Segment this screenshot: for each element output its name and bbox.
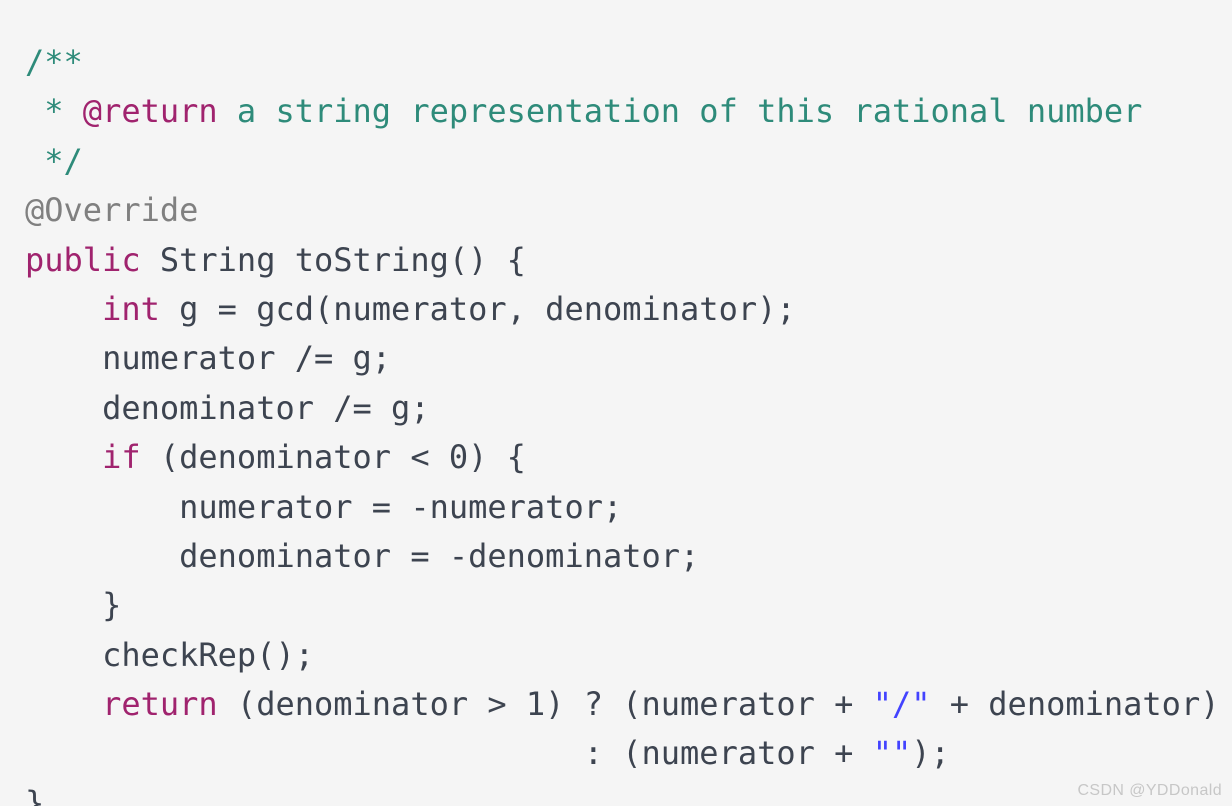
code-line: /**: [25, 38, 1219, 87]
code-line: }: [25, 779, 1219, 806]
code-line: * @return a string representation of thi…: [25, 87, 1219, 136]
code-token-string: "/": [872, 685, 931, 724]
code-token-plain: );: [911, 734, 950, 773]
code-token-plain: denominator /= g;: [102, 388, 430, 427]
code-line: : (numerator + "");: [25, 729, 1219, 778]
code-token-plain: denominator = -denominator;: [179, 536, 700, 575]
code-token-keyword: return: [102, 685, 218, 724]
code-token-keyword: int: [102, 289, 160, 328]
code-token-plain: String toString() {: [140, 240, 526, 279]
code-token-plain: numerator = -numerator;: [179, 487, 623, 526]
code-token-plain: ) {: [468, 438, 526, 477]
code-token-annot: @Override: [25, 191, 199, 230]
code-token-doctag: @return: [82, 92, 218, 131]
code-token-plain: checkRep();: [102, 635, 314, 674]
code-token-plain: g = gcd(numerator, denominator);: [159, 289, 796, 328]
code-token-string: "": [872, 734, 912, 773]
code-token-keyword: if: [102, 438, 141, 477]
code-token-plain: }: [25, 783, 45, 806]
code-line: return (denominator > 1) ? (numerator + …: [25, 680, 1219, 729]
code-token-comment: *: [44, 92, 83, 131]
code-line: */: [25, 137, 1219, 186]
code-screenshot: /** * @return a string representation of…: [0, 0, 1232, 806]
code-token-comment: /**: [25, 43, 83, 81]
code-line: checkRep();: [25, 631, 1219, 680]
code-line: denominator /= g;: [25, 384, 1219, 433]
code-line: numerator = -numerator;: [25, 483, 1219, 532]
code-token-num: 0: [448, 438, 469, 477]
code-token-plain: : (numerator +: [583, 734, 873, 773]
code-token-plain: }: [102, 586, 122, 625]
code-token-plain: + denominator): [930, 685, 1220, 724]
code-token-comment: a string representation of this rational…: [217, 92, 1143, 131]
code-token-plain: (denominator <: [140, 438, 449, 477]
code-line: denominator = -denominator;: [25, 532, 1219, 581]
code-line: int g = gcd(numerator, denominator);: [25, 285, 1219, 334]
code-token-comment: */: [44, 141, 83, 180]
code-token-plain: numerator /= g;: [102, 339, 392, 378]
code-token-num: 1: [525, 685, 546, 724]
code-block[interactable]: /** * @return a string representation of…: [25, 38, 1219, 806]
code-line: }: [25, 581, 1219, 630]
code-token-plain: ) ? (numerator +: [545, 685, 873, 724]
code-line: if (denominator < 0) {: [25, 433, 1219, 482]
code-line: public String toString() {: [25, 236, 1219, 285]
code-line: numerator /= g;: [25, 334, 1219, 383]
csdn-watermark: CSDN @YDDonald: [1077, 782, 1222, 799]
code-line: @Override: [25, 186, 1219, 235]
code-token-plain: (denominator >: [217, 685, 526, 724]
code-token-keyword: public: [25, 240, 141, 279]
